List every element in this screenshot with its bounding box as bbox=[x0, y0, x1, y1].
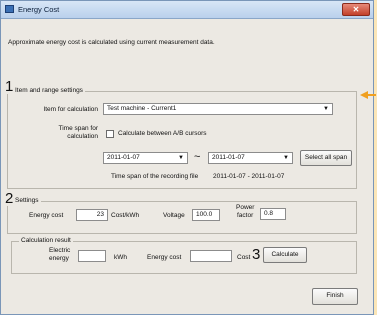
power-factor-label-line1: Power bbox=[236, 204, 255, 211]
start-date-value: 2011-01-07 bbox=[107, 154, 140, 161]
energy-cost-label: Energy cost bbox=[29, 212, 64, 219]
energy-cost-output bbox=[190, 250, 232, 262]
annotation-3: 3 bbox=[252, 246, 261, 263]
end-date-dropdown[interactable]: 2011-01-07 ▼ bbox=[208, 152, 293, 164]
close-button[interactable]: ✕ bbox=[342, 3, 370, 16]
chevron-down-icon: ▼ bbox=[178, 155, 184, 161]
item-range-group-label: Item and range settings bbox=[13, 87, 85, 94]
app-icon bbox=[5, 5, 14, 13]
recording-span-label: Time span of the recording file bbox=[111, 173, 199, 180]
chevron-down-icon: ▼ bbox=[323, 106, 329, 112]
timespan-label-line1: Time span for bbox=[58, 125, 99, 132]
energy-cost-unit: Cost/kWh bbox=[111, 212, 140, 219]
result-energy-cost-label: Energy cost bbox=[147, 254, 182, 261]
power-factor-label-line2: factor bbox=[237, 212, 254, 219]
window-title: Energy Cost bbox=[18, 5, 60, 14]
item-dropdown[interactable]: Test machine - Current1 ▼ bbox=[103, 103, 333, 115]
start-date-dropdown[interactable]: 2011-01-07 ▼ bbox=[103, 152, 188, 164]
electric-energy-label-line1: Electric bbox=[49, 247, 71, 254]
calculation-result-group-label: Calculation result bbox=[19, 237, 73, 244]
settings-group-label: Settings bbox=[13, 197, 41, 204]
energy-cost-input[interactable]: 23 bbox=[76, 209, 108, 221]
electric-energy-label-line2: energy bbox=[49, 255, 69, 262]
calculate-button[interactable]: Calculate bbox=[263, 247, 307, 263]
select-all-span-button[interactable]: Select all span bbox=[300, 150, 352, 166]
finish-button[interactable]: Finish bbox=[312, 288, 358, 305]
electric-energy-output bbox=[78, 250, 106, 262]
ab-cursors-checkbox[interactable] bbox=[106, 130, 114, 138]
item-label: Item for calculation bbox=[43, 106, 98, 113]
timespan-label-line2: calculation bbox=[67, 133, 98, 140]
range-separator: ~ bbox=[194, 151, 201, 163]
recording-span-value: 2011-01-07 - 2011-01-07 bbox=[213, 173, 285, 180]
voltage-input[interactable]: 100.0 bbox=[192, 209, 220, 221]
title-bar[interactable]: Energy Cost ✕ bbox=[1, 1, 373, 19]
end-date-value: 2011-01-07 bbox=[212, 154, 245, 161]
power-factor-input[interactable]: 0.8 bbox=[260, 208, 286, 220]
ab-cursors-label: Calculate between A/B cursors bbox=[118, 130, 207, 137]
description-text: Approximate energy cost is calculated us… bbox=[8, 39, 215, 46]
item-dropdown-value: Test machine - Current1 bbox=[107, 105, 177, 112]
energy-cost-window: Energy Cost ✕ Approximate energy cost is… bbox=[0, 0, 374, 315]
voltage-label: Voltage bbox=[163, 212, 185, 219]
callout-arrow-icon bbox=[360, 91, 376, 99]
energy-unit-label: kWh bbox=[114, 254, 127, 261]
chevron-down-icon: ▼ bbox=[283, 155, 289, 161]
cost-unit-label: Cost bbox=[237, 254, 251, 261]
